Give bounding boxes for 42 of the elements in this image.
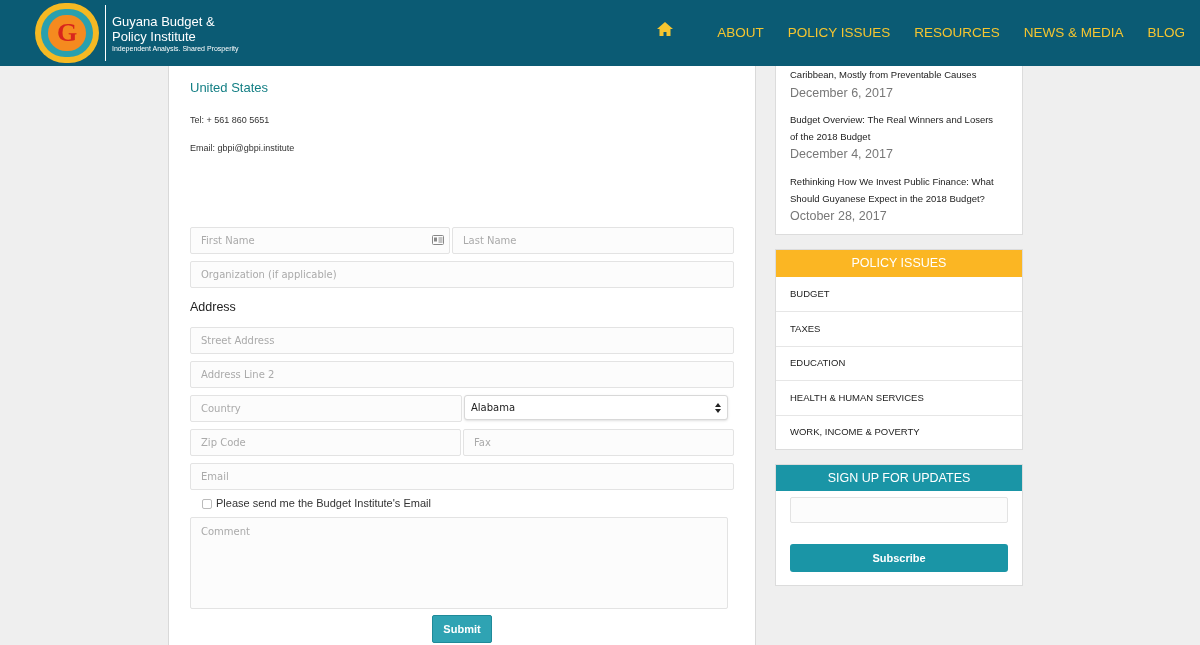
text-field[interactable]: Street Address [190,327,734,355]
policy-link[interactable]: TAXES [776,311,1022,346]
nav-link[interactable]: RESOURCES [914,22,1000,44]
section-heading: Address [190,298,237,316]
subscribe-button[interactable]: Subscribe [790,544,1008,573]
panel-title: POLICY ISSUES [776,249,1022,277]
post-link[interactable]: Caribbean, Mostly from Preventable Causes [790,67,1008,84]
nav-link[interactable]: BLOG [1147,22,1185,44]
panel-title: SIGN UP FOR UPDATES [776,465,1022,492]
up-down-arrows-icon [715,402,721,413]
email-field[interactable] [790,497,1008,524]
policy-link[interactable]: BUDGET [776,276,1022,312]
country-heading: United States [190,79,270,97]
text-field[interactable]: Address Line 2 [190,361,734,389]
nav-link[interactable]: NEWS & MEDIA [1023,22,1124,44]
text-field[interactable]: Email [190,463,734,491]
post-link[interactable]: Budget Overview: The Real Winners and Losers of the 2018 Budget [790,112,1008,146]
checkbox-label: Please send me the Budget Institute's Email [216,496,431,512]
state-select[interactable]: Alabama [464,395,728,421]
email-text: Email: gbpi@gbpi.institute [190,142,296,155]
policy-link[interactable]: EDUCATION [776,345,1022,381]
contact-card-icon [432,235,444,245]
post-date: October 28, 2017 [790,208,888,225]
text-field[interactable]: First Name [190,226,450,254]
text-field[interactable]: Last Name [452,226,734,254]
nav-link[interactable]: ABOUT [717,22,764,44]
phone-text: Tel: + 561 860 5651 [190,113,271,127]
nav-link[interactable]: POLICY ISSUES [787,22,891,44]
text-field[interactable]: Organization (if applicable) [190,260,734,288]
text-field[interactable]: Country [190,395,462,423]
text-field[interactable]: Fax [463,429,734,457]
post-date: December 4, 2017 [790,146,894,164]
text-field[interactable]: Zip Code [190,429,461,457]
post-date: December 6, 2017 [790,84,894,102]
comment-field[interactable]: Comment [190,516,728,609]
post-link[interactable]: Rethinking How We Invest Public Finance: What Should Guyanese Expect in the 2018 Budget? [790,174,1008,207]
policy-link[interactable]: WORK, INCOME & POVERTY [776,414,1022,450]
home-icon[interactable] [657,22,674,36]
site-title: Guyana Budget & [112,13,216,29]
site-title: Policy Institute [112,28,196,44]
checkbox[interactable] [202,498,212,509]
policy-link[interactable]: HEALTH & HUMAN SERVICES [776,380,1022,415]
